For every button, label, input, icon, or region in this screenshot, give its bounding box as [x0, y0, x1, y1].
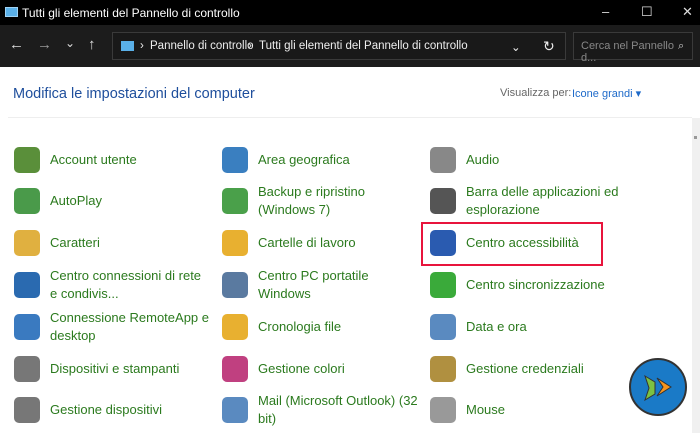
- view-by-dropdown[interactable]: Icone grandi ▾: [572, 87, 641, 100]
- control-panel-item[interactable]: Centro connessioni di rete e condivis...: [14, 265, 210, 305]
- item-icon: [14, 147, 40, 173]
- control-panel-item[interactable]: Centro sincronizzazione: [430, 265, 626, 305]
- chevron-right-icon: ›: [248, 40, 252, 52]
- item-label: Mail (Microsoft Outlook) (32 bit): [258, 393, 418, 426]
- search-icon[interactable]: ⌕: [678, 40, 684, 53]
- item-label: Barra delle applicazioni ed esplorazione: [466, 184, 619, 217]
- minimize-button[interactable]: –: [602, 4, 609, 19]
- search-input[interactable]: Cerca nel Pannello d... ⌕: [573, 32, 693, 64]
- watermark-logo: [629, 358, 687, 416]
- item-icon: [430, 272, 456, 298]
- control-panel-item[interactable]: Backup e ripristino (Windows 7): [222, 181, 418, 221]
- item-icon: [430, 147, 456, 173]
- item-label: Gestione credenziali: [466, 361, 584, 376]
- control-panel-item[interactable]: Audio: [430, 140, 626, 180]
- view-by-label: Visualizza per:: [500, 87, 572, 99]
- forward-button[interactable]: →: [37, 36, 52, 53]
- item-icon: [222, 397, 248, 423]
- chevron-right-icon: ›: [140, 40, 144, 52]
- control-panel-item[interactable]: Cartelle di lavoro: [222, 223, 418, 263]
- breadcrumb-item[interactable]: Tutti gli elementi del Pannello di contr…: [259, 40, 468, 52]
- item-label: Centro PC portatile Windows: [258, 268, 369, 301]
- scrollbar[interactable]: [692, 118, 700, 433]
- recent-locations-button[interactable]: ⌄: [65, 36, 75, 50]
- item-label: Account utente: [50, 152, 137, 167]
- item-label: Area geografica: [258, 152, 350, 167]
- item-icon: [430, 188, 456, 214]
- item-label: Audio: [466, 152, 500, 167]
- divider: [8, 117, 692, 118]
- item-icon: [222, 230, 248, 256]
- window-title: Tutti gli elementi del Pannello di contr…: [22, 6, 240, 20]
- control-panel-item[interactable]: Account utente: [14, 140, 210, 180]
- item-icon: [222, 188, 248, 214]
- refresh-button[interactable]: ↻: [543, 38, 555, 55]
- item-label: Connessione RemoteApp e desktop: [50, 310, 209, 343]
- item-icon: [430, 356, 456, 382]
- control-panel-item[interactable]: Connessione RemoteApp e desktop: [14, 307, 210, 347]
- breadcrumb-item[interactable]: Pannello di controllo: [150, 40, 254, 52]
- item-icon: [430, 314, 456, 340]
- search-placeholder: Cerca nel Pannello d...: [581, 40, 674, 64]
- item-label: Backup e ripristino (Windows 7): [258, 184, 365, 217]
- item-label: Caratteri: [50, 235, 100, 250]
- item-icon: [430, 397, 456, 423]
- item-label: Gestione colori: [258, 361, 345, 376]
- item-label: AutoPlay: [50, 193, 103, 208]
- scroll-up-arrow[interactable]: [694, 136, 697, 139]
- control-panel-item[interactable]: Area geografica: [222, 140, 418, 180]
- item-icon: [14, 230, 40, 256]
- page-title: Modifica le impostazioni del computer: [13, 86, 255, 102]
- back-button[interactable]: ←: [9, 36, 24, 53]
- item-label: Gestione dispositivi: [50, 402, 162, 417]
- control-panel-item[interactable]: Data e ora: [430, 307, 626, 347]
- item-label: Cronologia file: [258, 319, 342, 334]
- control-panel-icon: [5, 7, 18, 17]
- title-bar: Tutti gli elementi del Pannello di contr…: [0, 0, 700, 25]
- control-panel-item[interactable]: Gestione dispositivi: [14, 390, 210, 430]
- item-label: Data e ora: [466, 319, 527, 334]
- control-panel-item[interactable]: Mail (Microsoft Outlook) (32 bit): [222, 390, 418, 430]
- control-panel-item[interactable]: Gestione credenziali: [430, 349, 626, 389]
- item-icon: [222, 314, 248, 340]
- up-button[interactable]: ↑: [88, 36, 96, 53]
- item-icon: [14, 356, 40, 382]
- control-panel-item[interactable]: Barra delle applicazioni ed esplorazione: [430, 181, 626, 221]
- item-icon: [14, 314, 40, 340]
- control-panel-item[interactable]: Mouse: [430, 390, 626, 430]
- close-button[interactable]: ✕: [682, 4, 693, 20]
- control-panel-item[interactable]: Dispositivi e stampanti: [14, 349, 210, 389]
- item-icon: [14, 397, 40, 423]
- address-bar[interactable]: › Pannello di controllo › Tutti gli elem…: [112, 32, 566, 60]
- item-icon: [222, 147, 248, 173]
- item-label: Centro connessioni di rete e condivis...: [50, 268, 202, 301]
- item-label: Mouse: [466, 402, 506, 417]
- item-label: Dispositivi e stampanti: [50, 361, 180, 376]
- control-panel-item[interactable]: Caratteri: [14, 223, 210, 263]
- control-panel-item[interactable]: AutoPlay: [14, 181, 210, 221]
- highlight-box: [421, 222, 603, 266]
- item-label: Centro sincronizzazione: [466, 277, 605, 292]
- item-icon: [14, 188, 40, 214]
- control-panel-icon: [121, 41, 134, 51]
- navigation-bar: ← → ⌄ ↑ › Pannello di controllo › Tutti …: [0, 25, 700, 67]
- control-panel-item[interactable]: Centro PC portatile Windows: [222, 265, 418, 305]
- maximize-button[interactable]: ☐: [641, 4, 653, 20]
- control-panel-item[interactable]: Gestione colori: [222, 349, 418, 389]
- item-icon: [222, 272, 248, 298]
- control-panel-item[interactable]: Cronologia file: [222, 307, 418, 347]
- item-icon: [222, 356, 248, 382]
- item-label: Cartelle di lavoro: [258, 235, 356, 250]
- item-icon: [14, 272, 40, 298]
- address-dropdown-button[interactable]: ⌄: [511, 40, 521, 54]
